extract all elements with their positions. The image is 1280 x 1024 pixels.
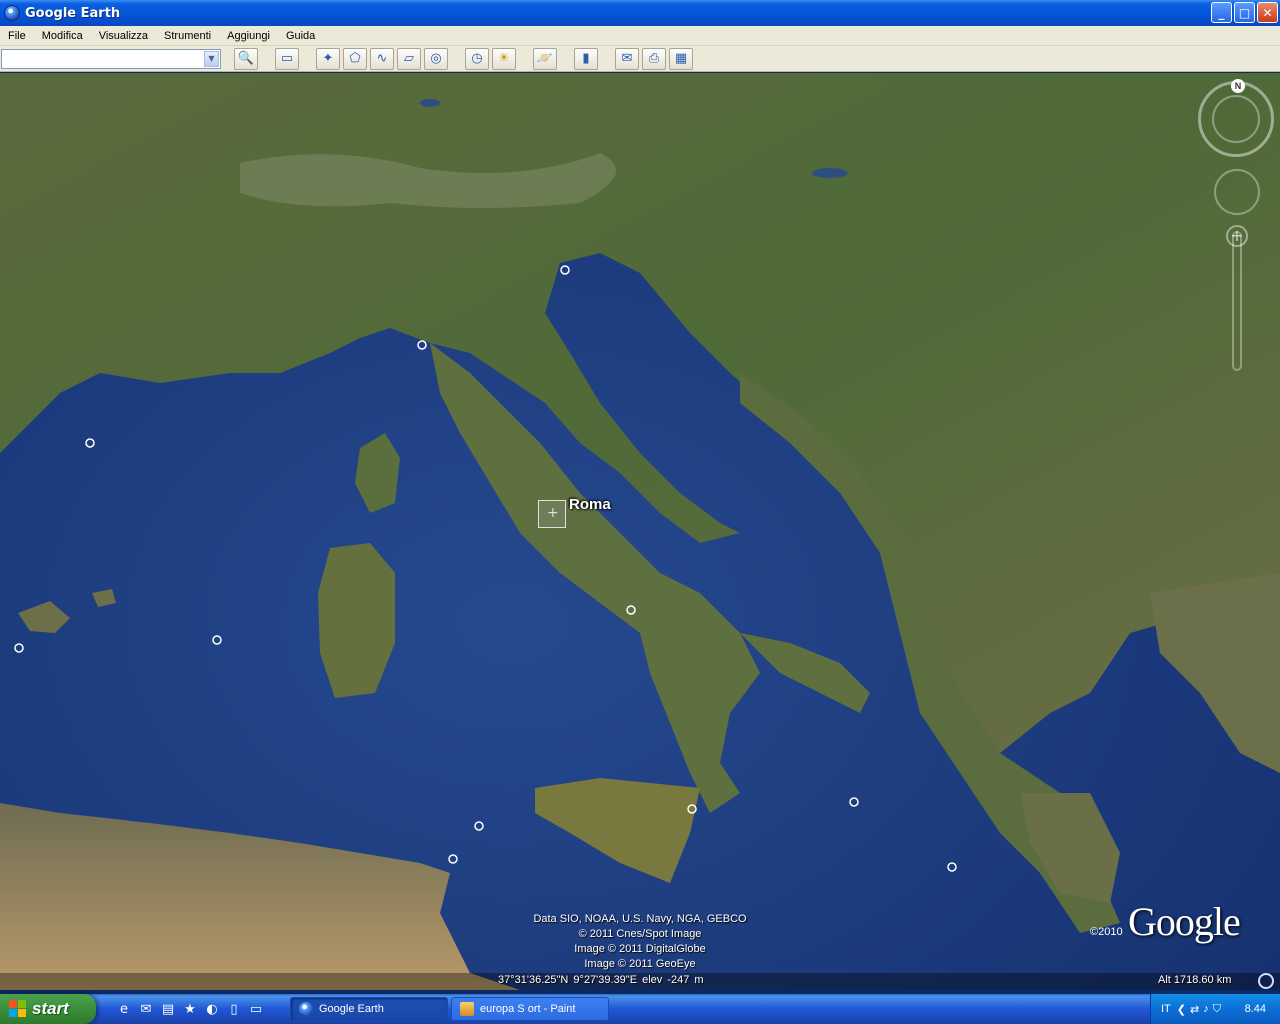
paint-icon	[460, 1002, 474, 1016]
menu-guida[interactable]: Guida	[278, 30, 323, 42]
chevron-down-icon[interactable]: ▼	[204, 50, 219, 67]
email-button[interactable]: ✉	[615, 47, 639, 70]
print-button[interactable]: ⎙	[642, 47, 666, 70]
north-indicator[interactable]: N	[1231, 79, 1245, 93]
credit-line: © 2011 Cnes/Spot Image	[578, 928, 702, 940]
add-image-overlay-button[interactable]: ▱	[397, 47, 421, 70]
lake	[812, 168, 848, 178]
close-button[interactable]: ✕	[1257, 2, 1278, 23]
show-hidden-icons-icon[interactable]: ❮	[1177, 1003, 1186, 1016]
windows-taskbar: start e ✉ ▤ ★ ◐ ▯ ▭ Google Earth europa …	[0, 994, 1280, 1024]
planet-icon: 🪐	[536, 51, 554, 66]
placemark-icon: ✦	[322, 51, 334, 66]
polygon-icon: ⬠	[349, 51, 361, 66]
add-polygon-button[interactable]: ⬠	[343, 47, 367, 70]
outlook-icon[interactable]: ✉	[138, 1001, 154, 1017]
email-icon: ✉	[621, 51, 633, 66]
search-button[interactable]: 🔍	[234, 47, 258, 70]
latitude-readout: 37°31'36.25"N	[498, 974, 569, 986]
path-icon: ∿	[376, 51, 388, 66]
move-joystick[interactable]	[1214, 169, 1260, 215]
menu-modifica[interactable]: Modifica	[34, 30, 91, 42]
add-path-button[interactable]: ∿	[370, 47, 394, 70]
pointer-coordinates: 37°31'36.25"N 9°27'39.39"E elev -247 m	[498, 974, 704, 986]
elevation-readout: elev -247 m	[642, 974, 704, 986]
satellite-imagery	[0, 73, 1280, 990]
language-indicator[interactable]: IT	[1161, 1003, 1171, 1015]
print-icon: ⎙	[648, 51, 660, 66]
maximize-button[interactable]: □	[1234, 2, 1255, 23]
menu-file[interactable]: File	[0, 30, 34, 42]
minimize-button[interactable]: _	[1211, 2, 1232, 23]
start-label: start	[32, 999, 69, 1018]
magnifier-icon: 🔍	[237, 51, 255, 66]
security-shield-icon[interactable]: ⛉	[1213, 1003, 1221, 1016]
overlay-icon: ▱	[404, 51, 414, 66]
sidebar-toggle-button[interactable]: ▭	[275, 47, 299, 70]
network-icon[interactable]: ⇄	[1190, 1003, 1199, 1016]
menu-strumenti[interactable]: Strumenti	[156, 30, 219, 42]
show-desktop-icon[interactable]: ▤	[160, 1001, 176, 1017]
ruler-button[interactable]: ▮	[574, 47, 598, 70]
taskbar-google-earth[interactable]: Google Earth	[290, 997, 448, 1021]
historical-imagery-button[interactable]: ◷	[465, 47, 489, 70]
internet-explorer-icon[interactable]: e	[116, 1001, 132, 1017]
credit-line: Data SIO, NOAA, U.S. Navy, NGA, GEBCO	[533, 913, 747, 925]
switch-planet-button[interactable]: 🪐	[533, 47, 557, 70]
system-tray: IT ❮ ⇄ ♪ ⛉ 8.44	[1150, 994, 1280, 1024]
zoom-slider[interactable]	[1232, 231, 1242, 371]
clock[interactable]: 8.44	[1245, 1003, 1266, 1015]
ruler-icon: ▮	[582, 51, 590, 66]
window-controls: _ □ ✕	[1211, 2, 1278, 23]
sunlight-button[interactable]: ☀	[492, 47, 516, 70]
task-label: Google Earth	[319, 1003, 384, 1015]
place-label-roma[interactable]: Roma	[569, 496, 611, 513]
sun-icon: ☀	[498, 51, 510, 66]
google-logo: Google	[1128, 899, 1241, 944]
zoom-in-icon[interactable]: +	[1226, 225, 1248, 247]
favorites-icon[interactable]: ★	[182, 1001, 198, 1017]
record-tour-button[interactable]: ◎	[424, 47, 448, 70]
volume-icon[interactable]: ♪	[1203, 1003, 1209, 1016]
tilt-joystick[interactable]	[1212, 95, 1260, 143]
credit-line: Image © 2011 DigitalGlobe	[574, 943, 706, 955]
windows-flag-icon	[9, 1000, 27, 1018]
earth-3d-view[interactable]: Roma N + Data SIO, NOAA, U.S. Navy, NGA,…	[0, 73, 1280, 990]
menu-bar: File Modifica Visualizza Strumenti Aggiu…	[0, 26, 1280, 46]
tour-icon: ◎	[430, 51, 442, 66]
folder-icon[interactable]: ▭	[248, 1001, 264, 1017]
title-bar: Google Earth _ □ ✕	[0, 0, 1280, 26]
view-in-maps-button[interactable]: ▦	[669, 47, 693, 70]
start-button[interactable]: start	[0, 994, 96, 1024]
menu-aggiungi[interactable]: Aggiungi	[219, 30, 278, 42]
imagery-credits: Data SIO, NOAA, U.S. Navy, NGA, GEBCO © …	[480, 912, 800, 972]
task-label: europa S ort - Paint	[480, 1003, 576, 1015]
quick-launch: e ✉ ▤ ★ ◐ ▯ ▭	[116, 1001, 264, 1017]
media-player-icon[interactable]: ◐	[204, 1001, 220, 1017]
status-info-icon[interactable]	[1258, 973, 1274, 989]
eye-altitude: Alt 1718.60 km	[1158, 974, 1232, 986]
copyright-year: ©2010	[1090, 926, 1123, 938]
lake	[420, 99, 440, 107]
search-input[interactable]	[2, 49, 202, 68]
google-earth-icon	[4, 5, 20, 21]
tray-icons: ❮ ⇄ ♪ ⛉	[1177, 1003, 1221, 1016]
toolbar: ▼ 🔍 ▭ ✦ ⬠ ∿ ▱ ◎ ◷ ☀ 🪐 ▮ ✉ ⎙ ▦	[0, 46, 1280, 72]
add-placemark-button[interactable]: ✦	[316, 47, 340, 70]
window-title: Google Earth	[25, 5, 121, 21]
placemark-roma-icon[interactable]	[538, 500, 566, 528]
menu-visualizza[interactable]: Visualizza	[91, 30, 156, 42]
credit-line: Image © 2011 GeoEye	[584, 958, 696, 970]
taskbar-paint[interactable]: europa S ort - Paint	[451, 997, 609, 1021]
sidebar-icon: ▭	[280, 51, 294, 66]
search-combobox[interactable]: ▼	[1, 48, 221, 69]
app-icon[interactable]: ▯	[226, 1001, 242, 1017]
longitude-readout: 9°27'39.39"E	[573, 974, 638, 986]
google-earth-icon	[299, 1002, 313, 1016]
clock-icon: ◷	[471, 51, 483, 66]
maps-icon: ▦	[674, 51, 688, 66]
